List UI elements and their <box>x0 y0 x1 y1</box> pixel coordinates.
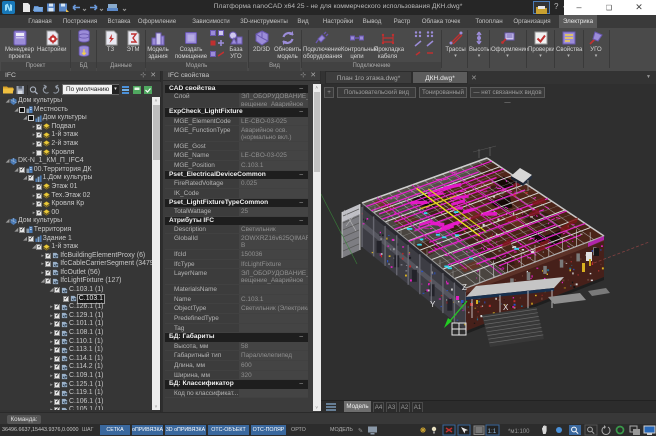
svg-text:X: X <box>503 303 509 312</box>
svg-text:1:1: 1:1 <box>488 428 497 435</box>
svg-text:✎: ✎ <box>358 428 363 435</box>
svg-text:Z: Z <box>462 283 467 292</box>
svg-text:*м1:100: *м1:100 <box>508 429 530 435</box>
svg-text:Y: Y <box>430 300 436 309</box>
